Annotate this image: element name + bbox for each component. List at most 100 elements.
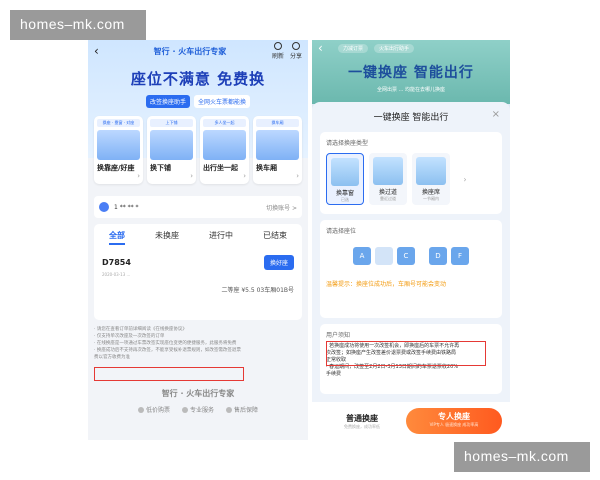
watermark-top: homes–mk.com	[10, 10, 146, 40]
normal-swap-button[interactable]: 普通换座 免费换座，成功率低	[320, 413, 404, 430]
tab-not-swapped[interactable]: 未换座	[155, 230, 179, 245]
close-icon[interactable]: ×	[492, 109, 500, 120]
card-tag: 换车厢	[256, 119, 299, 127]
note-item: 费以官方收费为准	[94, 355, 130, 360]
seat-f[interactable]: F	[451, 247, 469, 265]
account-row[interactable]: 1 ** ** * 切换账号 >	[94, 196, 302, 218]
type-name: 换座席	[421, 189, 440, 196]
card-change-car[interactable]: 换车厢 换车厢 ›	[253, 116, 302, 184]
service-icon	[181, 406, 188, 413]
vip-swap-button[interactable]: 专人换座 VIP专人 极速换座 成功率高	[406, 408, 502, 434]
left-sub-pill: 改签换座助手	[145, 95, 190, 108]
seat-info: 二等座 ¥5.5 03车厢01B号	[221, 287, 294, 294]
seat-b[interactable]	[375, 247, 393, 265]
card-tag: 多人坐一起	[203, 119, 246, 127]
section-label: 请选择座位	[326, 228, 357, 235]
seat-image-icon	[97, 130, 140, 160]
type-name: 换靠窗	[335, 190, 354, 197]
button-title: 普通换座	[346, 413, 378, 423]
left-brand: 智行 · 火车出行专家	[153, 46, 227, 56]
card-window-seat[interactable]: 换座 · 靠窗 · 对座 换靠座/好座 ›	[94, 116, 143, 184]
button-sub: 免费换座，成功率低	[344, 423, 380, 429]
watermark-bottom: homes–mk.com	[454, 442, 590, 472]
right-hero: ‹ 力减订票 火车出行助手 一键换座 智能出行 全网出票 ... 均能在去哪儿换…	[312, 40, 510, 104]
train-meta: 2020-03-13 ...	[102, 272, 131, 277]
highlight-box	[94, 367, 244, 381]
switch-account-link[interactable]: 切换账号 >	[266, 203, 297, 212]
refresh-icon	[273, 42, 282, 50]
left-nav: ‹ 智行 · 火车出行专家 刷新 分享	[88, 40, 308, 62]
card-lower-berth[interactable]: 上下铺 换下铺 ›	[147, 116, 196, 184]
card-label: 换下铺	[150, 164, 171, 172]
note-item: · 请您在查看订单前详细阅读《在线换座协议》	[94, 327, 187, 332]
feature-low-price: 低价购票	[137, 405, 170, 414]
left-title: 座位不满意 免费换	[130, 70, 266, 88]
sheet-header: 一键换座 智能出行 ×	[312, 102, 510, 130]
tab-in-progress[interactable]: 进行中	[209, 230, 233, 245]
service-cards: 换座 · 靠窗 · 对座 换靠座/好座 › 上下铺 换下铺 › 多人坐一起 出行…	[94, 116, 302, 184]
seat-c[interactable]: C	[397, 247, 415, 265]
share-icon	[291, 42, 300, 50]
left-subtitle: 改签换座助手 全网火车票都能换	[88, 95, 308, 108]
type-class[interactable]: 换座席 一节厢内	[412, 153, 450, 205]
chevron-right-icon: ›	[190, 172, 193, 180]
seat-d[interactable]: D	[429, 247, 447, 265]
tab-all[interactable]: 全部	[109, 230, 125, 245]
aisle-seat-icon	[373, 157, 403, 185]
back-icon[interactable]: ‹	[318, 41, 332, 55]
button-sub: VIP专人 极速换座 成功率高	[429, 422, 479, 427]
share-button[interactable]: 分享	[290, 42, 302, 60]
card-sit-together[interactable]: 多人坐一起 出行坐一起 ›	[200, 116, 249, 184]
seat-a[interactable]: A	[353, 247, 371, 265]
share-label: 分享	[289, 53, 302, 60]
screenshot-page: homes–mk.com homes–mk.com ‹ 智行 · 火车出行专家 …	[0, 0, 600, 480]
chevron-right-icon[interactable]: ›	[455, 153, 475, 205]
feature-service: 专业服务	[181, 405, 214, 414]
left-footer: 智行 · 火车出行专家 低价购票 专业服务 售后保障	[88, 388, 308, 414]
type-name: 换过道	[378, 189, 397, 196]
back-icon[interactable]: ‹	[94, 44, 108, 58]
seat-select-section: 请选择座位 A C D F 温馨提示：换座位成功后，车厢号可能会变动	[320, 220, 502, 318]
card-label: 换车厢	[256, 164, 277, 172]
car-image-icon	[256, 130, 299, 160]
note-item: · 换座成功后不支持再次改签，不能享受候补退票规则，如改签需改签退票	[94, 348, 241, 353]
right-nav: ‹ 力减订票 火车出行助手	[312, 40, 510, 56]
section-label: 用户须知	[326, 332, 351, 339]
chevron-right-icon: ›	[137, 172, 140, 180]
section-label: 请选择换座类型	[326, 140, 369, 147]
seat-class-icon	[416, 157, 446, 185]
card-label: 出行坐一起	[203, 164, 238, 172]
order-tabs: 全部 未换座 进行中 已结束	[94, 224, 302, 245]
warm-tip: 温馨提示：换座位成功后，车厢号可能会变动	[326, 281, 447, 288]
right-nav-badge: 力减订票	[338, 43, 369, 53]
account-name: 1 ** ** *	[114, 203, 139, 211]
type-desc: 已选	[341, 197, 349, 202]
left-sub-pill2: 全网火车票都能换	[194, 95, 251, 108]
right-nav-badge2: 火车出行助手	[374, 43, 415, 53]
type-desc: 一节厢内	[423, 196, 439, 201]
refresh-label: 刷新	[271, 53, 284, 60]
chevron-right-icon: ›	[243, 172, 246, 180]
seats-image-icon	[203, 130, 246, 160]
user-notice-section: 用户须知 · 若换座成功将使用一次改签机会，即换座后的车票不允许再 次改签；如换…	[320, 324, 502, 394]
tab-finished[interactable]: 已结束	[263, 230, 287, 245]
feature-label: 售后保障	[234, 407, 259, 414]
seat-type-section: 请选择换座类型 换靠窗 已选 换过道 靠近过道 换座席 一节厢内 ›	[320, 132, 502, 214]
right-title: 一键换座 智能出行	[348, 65, 474, 81]
refresh-button[interactable]: 刷新	[272, 42, 284, 60]
note-item: · 在线换座是一项通过车票改签实现座位变更的便捷服务，此服务将免费	[94, 341, 237, 346]
type-window[interactable]: 换靠窗 已选	[326, 153, 364, 205]
feature-label: 专业服务	[189, 407, 214, 414]
berth-image-icon	[150, 130, 193, 160]
card-label: 换靠座/好座	[97, 164, 135, 172]
type-aisle[interactable]: 换过道 靠近过道	[369, 153, 407, 205]
feature-guarantee: 售后保障	[226, 405, 258, 414]
highlight-box	[326, 341, 486, 366]
train-number: D7854	[102, 258, 131, 267]
swap-seat-button[interactable]: 换好座	[263, 255, 294, 270]
footer-brand: 智行 · 火车出行专家	[161, 389, 235, 398]
notice-line: 手续费	[326, 371, 342, 377]
price-icon	[137, 406, 144, 413]
left-screen: ‹ 智行 · 火车出行专家 刷新 分享 座位不满意 免费换 改签换座助手 全网火…	[88, 40, 308, 440]
right-subtitle: 全网出票 ... 均能在去哪儿换座	[377, 87, 445, 93]
